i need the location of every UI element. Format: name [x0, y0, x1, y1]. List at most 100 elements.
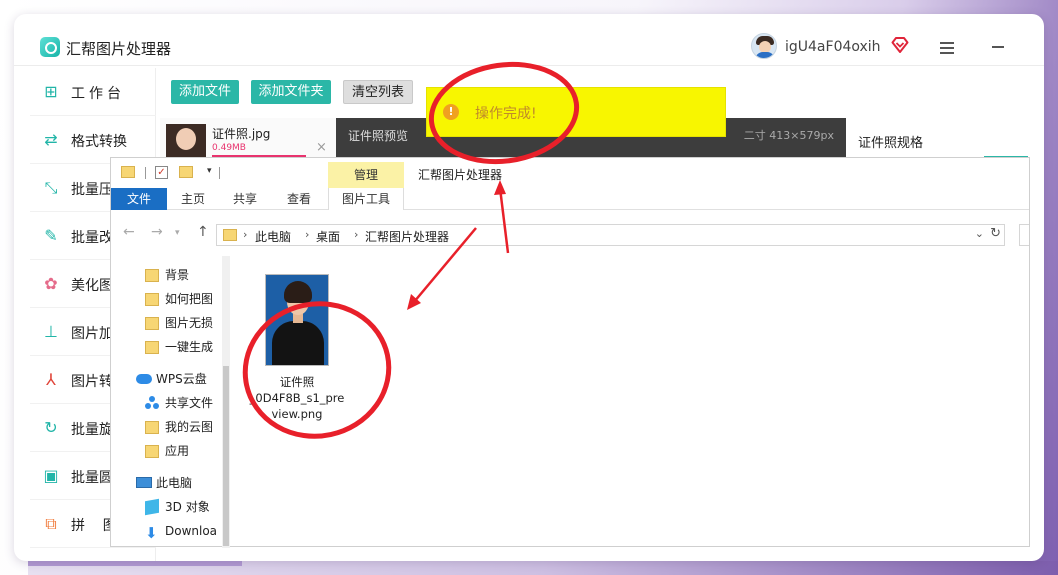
navigation-pane: 背景 如何把图 图片无损 一键生成 WPS云盘 共享文件 我的云图 应用 此电脑… [111, 256, 229, 548]
folder-icon [223, 229, 237, 241]
nav-item-label: 视频 [165, 544, 189, 548]
sidebar-item-label: 图片转 [71, 374, 113, 390]
add-file-button[interactable]: 添加文件 [171, 80, 239, 104]
nav-item-label: Downloa [165, 524, 218, 538]
tab-file[interactable]: 文件 [111, 188, 167, 210]
address-bar[interactable]: › 此电脑 › 桌面 › 汇帮图片处理器 ⌄ ↻ [216, 224, 1005, 246]
refresh-icon[interactable]: ↻ [990, 226, 1001, 241]
folder-icon [145, 293, 159, 306]
nav-item-label: 此电脑 [156, 476, 193, 490]
toast-message: 操作完成! [475, 106, 537, 122]
add-folder-button[interactable]: 添加文件夹 [251, 80, 331, 104]
edit-icon: ✎ [44, 226, 58, 245]
success-toast: ! 操作完成! [426, 87, 726, 137]
sidebar-item-workbench[interactable]: ⊞ 工作台 [30, 68, 156, 116]
puzzle-icon: ⧉ [45, 514, 57, 533]
address-dropdown-icon[interactable]: ⌄ [975, 227, 984, 240]
scrollbar[interactable] [222, 256, 230, 548]
tab-manage[interactable]: 管理 [328, 162, 404, 188]
download-icon: ⬇ [145, 524, 158, 542]
nav-item-label: WPS云盘 [156, 372, 207, 386]
file-name-label: 证件照 _0D4F8B_s1_pre view.png [249, 375, 345, 421]
search-input[interactable] [1019, 224, 1029, 246]
new-folder-icon[interactable] [179, 166, 193, 178]
ribbon-tabs: 文件 主页 共享 查看 图片工具 [111, 188, 1029, 210]
sidebar-item-label: 美化图 [71, 278, 113, 294]
menu-icon[interactable] [940, 42, 954, 54]
recent-dropdown-icon[interactable]: ▾ [175, 228, 180, 238]
sidebar-item-label: 工作台 [71, 86, 125, 102]
nav-item-label: 一键生成 [165, 340, 214, 354]
tab-home[interactable]: 主页 [171, 188, 215, 210]
app-title: 汇帮图片处理器 [66, 40, 172, 58]
pdf-icon: ⅄ [46, 370, 56, 389]
id-photo-thumbnail [265, 274, 329, 366]
sidebar-item-label: 批量改 [71, 230, 113, 246]
nav-item-label: 背景 [165, 268, 190, 282]
folder-icon [145, 269, 159, 282]
folder-icon [145, 421, 159, 434]
info-icon: ! [443, 104, 459, 120]
sidebar-item-label: 格式转换 [71, 134, 127, 150]
grid-icon: ⊞ [44, 82, 58, 101]
chevron-right-icon[interactable]: › [243, 228, 247, 241]
computer-icon [136, 477, 152, 488]
sidebar-item-label: 批量圆 [71, 470, 113, 486]
watermark-icon: ⊥ [44, 322, 58, 341]
tab-picture-tools[interactable]: 图片工具 [328, 188, 404, 210]
nav-item-label: 如何把图 [165, 292, 214, 306]
nav-item-label: 3D 对象 [165, 500, 210, 514]
convert-icon: ⇄ [44, 130, 58, 149]
breadcrumb-desktop[interactable]: 桌面 [316, 228, 340, 245]
properties-icon[interactable]: ✓ [155, 166, 168, 179]
preview-title: 证件照预览 [348, 129, 409, 143]
navigation-row: ← → ▾ ↑ › 此电脑 › 桌面 › 汇帮图片处理器 ⌄ ↻ [111, 220, 1029, 248]
sidebar-item-label: 图片加 [71, 326, 113, 342]
divider [219, 167, 220, 179]
rotate-icon: ↻ [44, 418, 58, 437]
window-title: 汇帮图片处理器 [418, 168, 503, 182]
forward-arrow-icon[interactable]: → [151, 224, 163, 240]
spec-title: 证件照规格 [858, 136, 924, 151]
file-size: 0.49MB [212, 143, 246, 153]
nav-item-label: 我的云图 [165, 420, 214, 434]
preview-size: 二寸 413×579px [743, 129, 834, 142]
up-arrow-icon[interactable]: ↑ [197, 224, 209, 240]
nav-item-label: 共享文件 [165, 396, 214, 410]
file-card[interactable]: 证件照.jpg 0.49MB × [160, 118, 336, 162]
share-icon [145, 396, 159, 410]
customize-dropdown-icon[interactable]: ▾ [207, 166, 212, 176]
app-window: 汇帮图片处理器 igU4aF04oxih ⊞ 工作台 ⇄ 格式转换 ⤡ 批量压 … [14, 14, 1044, 561]
folder-icon [145, 445, 159, 458]
chevron-right-icon[interactable]: › [305, 228, 309, 241]
breadcrumb-this-pc[interactable]: 此电脑 [255, 228, 291, 245]
background-stripe [28, 561, 1058, 575]
divider [145, 167, 146, 179]
file-name: 证件照.jpg [212, 127, 271, 141]
avatar[interactable] [751, 33, 777, 59]
sidebar-item-label: 批量压 [71, 182, 113, 198]
tab-share[interactable]: 共享 [223, 188, 267, 210]
folder-icon [145, 317, 159, 330]
nav-item-label: 应用 [165, 444, 190, 458]
app-logo-icon [40, 37, 60, 57]
back-arrow-icon[interactable]: ← [123, 224, 135, 240]
username[interactable]: igU4aF04oxih [785, 39, 881, 55]
minimize-icon[interactable] [992, 46, 1004, 48]
cloud-icon [136, 374, 152, 384]
cube-icon [145, 498, 159, 516]
chevron-right-icon[interactable]: › [354, 228, 358, 241]
beautify-icon: ✿ [44, 274, 58, 293]
round-icon: ▣ [43, 466, 59, 485]
tab-view[interactable]: 查看 [277, 188, 321, 210]
remove-file-icon[interactable]: × [316, 140, 327, 155]
folder-icon [145, 341, 159, 354]
clear-list-button[interactable]: 清空列表 [343, 80, 413, 104]
vip-diamond-icon[interactable] [891, 36, 909, 54]
sidebar-item-label: 批量旋 [71, 422, 113, 438]
file-explorer-window: ✓ ▾ 管理 汇帮图片处理器 文件 主页 共享 查看 图片工具 ← → ▾ ↑ … [110, 157, 1030, 548]
compress-icon: ⤡ [44, 178, 58, 197]
nav-item-label: 图片无损 [165, 316, 214, 330]
breadcrumb-folder[interactable]: 汇帮图片处理器 [365, 228, 449, 245]
folder-icon[interactable] [121, 166, 135, 178]
